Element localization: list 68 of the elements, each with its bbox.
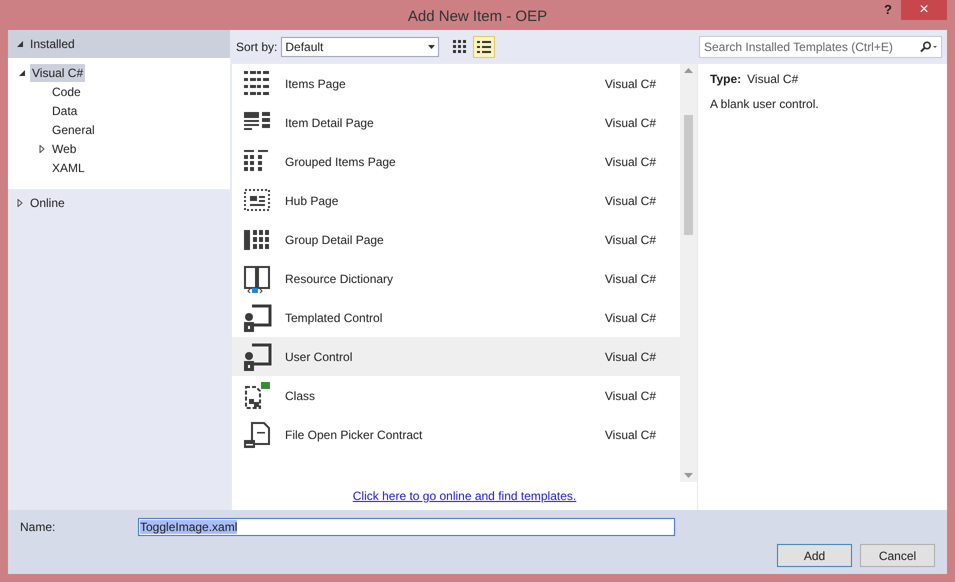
type-value: Visual C# <box>747 71 798 88</box>
template-name: Templated Control <box>285 310 384 326</box>
list-icon <box>477 40 492 54</box>
template-icon <box>242 342 272 372</box>
template-icon <box>242 380 272 410</box>
list-view-button[interactable] <box>473 36 496 58</box>
template-row[interactable]: Hub Page Visual C# <box>232 181 680 220</box>
template-row[interactable]: Templated Control Visual C# <box>232 298 680 337</box>
scrollbar[interactable] <box>680 64 697 482</box>
tree-section[interactable]: Online <box>30 194 65 212</box>
default-dialog-button[interactable]: Add <box>777 544 852 567</box>
sort-dropdown[interactable]: Default <box>281 37 440 57</box>
template-row[interactable]: Grouped Items Page Visual C# <box>232 142 680 181</box>
online-templates-link[interactable]: Click here to go online and find templates. <box>352 487 576 505</box>
template-language: Visual C# <box>604 232 656 248</box>
template-name: File Open Picker Contract <box>285 426 424 444</box>
expand-arrow-icon[interactable] <box>38 144 46 152</box>
tree-item[interactable]: Data <box>50 102 80 120</box>
close-button[interactable]: × <box>901 0 947 20</box>
template-language: Visual C# <box>604 154 656 170</box>
tree-item[interactable]: Visual C# <box>30 64 86 82</box>
template-language: Visual C# <box>604 388 656 404</box>
template-row[interactable]: Class Visual C# <box>232 376 680 415</box>
dialog-button[interactable]: Cancel <box>860 544 935 567</box>
name-field[interactable]: ToggleImage.xaml <box>138 518 675 536</box>
template-language: Visual C# <box>604 76 656 92</box>
template-name: Group Detail Page <box>285 232 385 248</box>
window-title: Add New Item - OEP <box>408 7 548 27</box>
tree-section[interactable]: Installed <box>30 35 75 53</box>
tree-item[interactable]: Code <box>50 82 83 100</box>
template-icon <box>242 420 272 450</box>
template-icon <box>242 302 272 332</box>
expand-arrow-icon[interactable] <box>16 199 24 207</box>
template-language: Visual C# <box>604 192 656 210</box>
template-language: Visual C# <box>604 270 656 288</box>
template-row[interactable]: Resource Dictionary Visual C# <box>232 259 680 298</box>
template-row[interactable]: User Control Visual C# <box>232 337 680 376</box>
template-icon <box>242 264 272 294</box>
template-row[interactable]: Items Page Visual C# <box>232 64 680 103</box>
template-name: Class <box>285 388 316 404</box>
template-language: Visual C# <box>604 114 656 132</box>
tree-item[interactable]: Web <box>50 140 78 158</box>
template-row[interactable]: Item Detail Page Visual C# <box>232 103 680 142</box>
name-label: Name: <box>20 519 56 536</box>
template-language: Visual C# <box>604 310 656 326</box>
scroll-thumb[interactable] <box>684 115 693 235</box>
search-icon <box>919 41 937 53</box>
template-name: Grouped Items Page <box>285 154 397 170</box>
type-label: Type: <box>710 71 742 88</box>
collapse-arrow-icon[interactable] <box>18 68 26 76</box>
help-button[interactable]: ? <box>875 0 901 20</box>
template-language: Visual C# <box>604 426 656 444</box>
template-language: Visual C# <box>604 348 656 366</box>
tree-item[interactable]: General <box>50 120 97 138</box>
template-row[interactable]: Group Detail Page Visual C# <box>232 220 680 259</box>
search-field[interactable]: Search Installed Templates (Ctrl+E) <box>699 36 942 58</box>
template-name: Resource Dictionary <box>285 270 394 288</box>
sort-label: Sort by: <box>236 39 278 56</box>
dropdown-caret-icon <box>428 45 436 49</box>
tree-item[interactable]: XAML <box>50 158 87 176</box>
template-description: A blank user control. <box>710 96 820 113</box>
grid-icon <box>453 40 468 54</box>
template-name: User Control <box>285 348 354 366</box>
collapse-arrow-icon[interactable] <box>16 40 24 48</box>
template-row[interactable]: File Open Picker Contract Visual C# <box>232 415 680 454</box>
template-name: Items Page <box>285 76 347 92</box>
template-name: Item Detail Page <box>285 114 375 132</box>
template-name: Hub Page <box>285 192 340 210</box>
